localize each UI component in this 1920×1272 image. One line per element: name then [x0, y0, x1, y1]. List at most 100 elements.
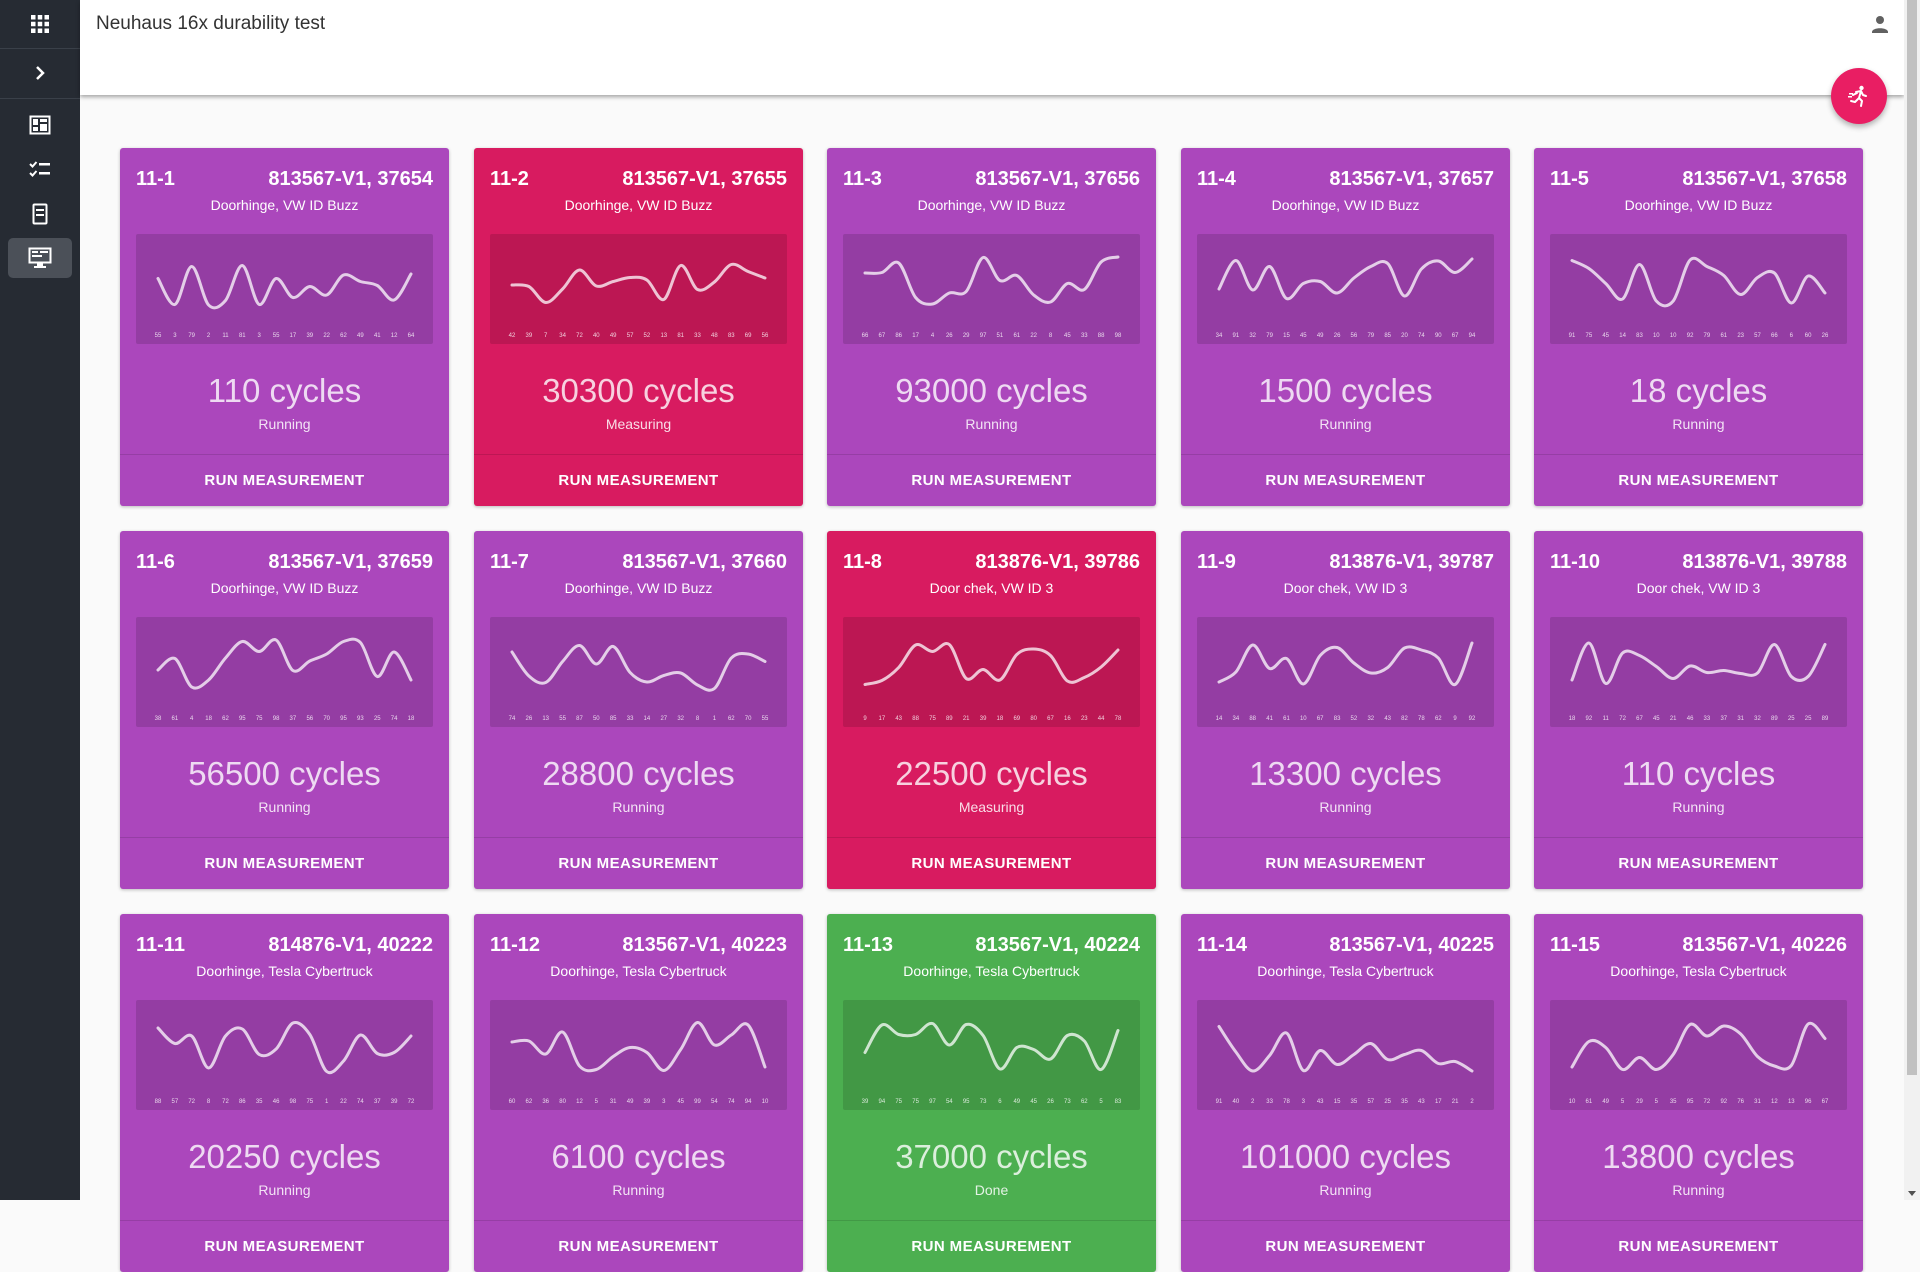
- sparkline-svg: 39 94 75 75 97 54 95 73 6 49 45 26 73 62 5 83: [862, 1021, 1122, 1105]
- sparkline-value-label: 95: [1687, 1099, 1694, 1105]
- sparkline-value-label: 72: [188, 1099, 195, 1105]
- sparkline-value-label: 39: [644, 1099, 651, 1105]
- sparkline-svg: 9 17 43 88 75 89 21 39 18 69 80 67 16 23 44 78: [863, 642, 1122, 722]
- status-label: Running: [258, 416, 311, 432]
- sparkline-value-label: 95: [963, 1099, 970, 1105]
- vertical-scrollbar[interactable]: [1904, 0, 1920, 1200]
- sparkline-svg: 91 40 2 33 78 3 43 15 35 57 25 35 43 17 21 2: [1216, 1025, 1474, 1105]
- run-measurement-button[interactable]: RUN MEASUREMENT: [1181, 455, 1510, 506]
- run-measurement-button[interactable]: RUN MEASUREMENT: [474, 838, 803, 889]
- part-description: Doorhinge, VW ID Buzz: [1271, 197, 1420, 213]
- sparkline-value-label: 34: [559, 333, 566, 339]
- sparkline-value-label: 97: [980, 333, 987, 339]
- sparkline-value-label: 12: [576, 1099, 583, 1105]
- sparkline-value-label: 62: [1435, 716, 1442, 722]
- monitor-icon[interactable]: [8, 238, 72, 278]
- part-number: 813567-V1, 37655: [622, 168, 787, 190]
- run-measurement-button[interactable]: RUN MEASUREMENT: [474, 1221, 803, 1272]
- cycle-count: 22500 cycles: [895, 755, 1088, 792]
- sparkline-value-label: 62: [526, 1099, 533, 1105]
- sparkline-value-label: 39: [306, 333, 313, 339]
- sparkline-value-label: 25: [374, 716, 381, 722]
- run-measurement-button[interactable]: RUN MEASUREMENT: [827, 455, 1156, 506]
- sparkline-value-label: 79: [1367, 333, 1374, 339]
- checklist-icon[interactable]: [8, 150, 72, 190]
- sparkline-series-line: [156, 637, 413, 690]
- sparkline-chart: 66 67 86 17 4 26 29 97 51 61 22 8 45 33 88 98: [843, 234, 1140, 344]
- sparkline-value-label: 62: [222, 716, 229, 722]
- sparkline-value-label: 85: [1384, 333, 1391, 339]
- sparkline-chart: 91 40 2 33 78 3 43 15 35 57 25 35 43 17 21 2: [1197, 1000, 1494, 1110]
- sparkline-value-label: 13: [660, 333, 667, 339]
- sparkline-value-label: 74: [357, 1099, 364, 1105]
- sparkline-value-label: 8: [207, 1099, 211, 1105]
- running-person-icon[interactable]: [1831, 68, 1887, 124]
- sparkline-value-label: 55: [273, 333, 280, 339]
- status-label: Running: [1319, 1182, 1372, 1198]
- sparkline-value-label: 94: [745, 1099, 752, 1105]
- status-label: Running: [1319, 799, 1372, 815]
- sparkline-value-label: 12: [1771, 1099, 1778, 1105]
- sparkline-value-label: 60: [1805, 333, 1812, 339]
- scroll-down-arrow-icon[interactable]: [1908, 1191, 1916, 1196]
- sparkline-value-label: 72: [222, 1099, 229, 1105]
- sparkline-value-label: 85: [610, 716, 617, 722]
- run-measurement-button[interactable]: RUN MEASUREMENT: [120, 838, 449, 889]
- station-id: 11-4: [1197, 168, 1236, 190]
- sparkline-value-label: 36: [542, 1099, 549, 1105]
- sparkline-svg: 55 3 79 2 11 81 3 55 17 39 22 62 49 41 12 64: [155, 264, 415, 339]
- cycle-count: 28800 cycles: [542, 755, 735, 792]
- apps-grid-icon[interactable]: [8, 4, 72, 44]
- sparkline-value-label: 13: [1788, 1099, 1795, 1105]
- sparkline-value-label: 74: [509, 716, 516, 722]
- station-card: 11-2 813567-V1, 37655 Doorhinge, VW ID Buz…: [474, 148, 803, 506]
- run-measurement-button[interactable]: RUN MEASUREMENT: [1534, 1221, 1863, 1272]
- sparkline-value-label: 88: [1098, 333, 1105, 339]
- sparkline-value-label: 25: [1384, 1099, 1391, 1105]
- person-icon[interactable]: [1868, 12, 1892, 36]
- sparkline-value-label: 94: [879, 1099, 886, 1105]
- sparkline-value-label: 75: [929, 716, 936, 722]
- sparkline-value-label: 49: [627, 1099, 634, 1105]
- run-measurement-button[interactable]: RUN MEASUREMENT: [1181, 1221, 1510, 1272]
- dashboard-icon[interactable]: [8, 105, 72, 145]
- part-number: 813567-V1, 40224: [975, 934, 1140, 956]
- run-measurement-button[interactable]: RUN MEASUREMENT: [1534, 455, 1863, 506]
- run-measurement-button[interactable]: RUN MEASUREMENT: [120, 455, 449, 506]
- document-icon[interactable]: [8, 194, 72, 234]
- part-description: Door chek, VW ID 3: [1636, 580, 1761, 596]
- sparkline-value-label: 86: [239, 1099, 246, 1105]
- run-measurement-button[interactable]: RUN MEASUREMENT: [827, 1221, 1156, 1272]
- part-number: 813567-V1, 37656: [975, 168, 1140, 190]
- sparkline-value-label: 61: [172, 716, 179, 722]
- sparkline-value-label: 75: [306, 1099, 313, 1105]
- sparkline-value-label: 52: [644, 333, 651, 339]
- run-measurement-button[interactable]: RUN MEASUREMENT: [474, 455, 803, 506]
- station-id: 11-11: [136, 934, 185, 956]
- run-measurement-button[interactable]: RUN MEASUREMENT: [120, 1221, 449, 1272]
- status-label: Measuring: [958, 799, 1025, 815]
- cycle-count: 110 cycles: [207, 372, 362, 409]
- station-card: 11-15 813567-V1, 40226 Doorhinge, Tesla Cy…: [1534, 914, 1863, 1272]
- sparkline-value-label: 35: [1670, 1099, 1677, 1105]
- sparkline-value-label: 45: [677, 1099, 684, 1105]
- sparkline-value-label: 92: [1687, 333, 1694, 339]
- cycle-count: 13300 cycles: [1249, 755, 1442, 792]
- part-number: 813876-V1, 39788: [1682, 551, 1847, 573]
- run-measurement-button[interactable]: RUN MEASUREMENT: [1181, 838, 1510, 889]
- run-measurement-button[interactable]: RUN MEASUREMENT: [1534, 838, 1863, 889]
- sparkline-value-label: 14: [1216, 716, 1223, 722]
- sparkline-value-label: 75: [895, 1099, 902, 1105]
- sparkline-svg: 42 39 7 34 72 40 49 57 52 13 81 33 48 83 69 56: [509, 262, 769, 339]
- run-measurement-button[interactable]: RUN MEASUREMENT: [827, 838, 1156, 889]
- status-label: Running: [1672, 1182, 1725, 1198]
- sparkline-series-line: [1570, 641, 1827, 685]
- sparkline-series-line: [863, 1021, 1120, 1071]
- status-label: Running: [612, 1182, 665, 1198]
- part-description: Doorhinge, Tesla Cybertruck: [903, 963, 1080, 979]
- part-number: 813567-V1, 37654: [268, 168, 433, 190]
- part-description: Doorhinge, VW ID Buzz: [564, 197, 713, 213]
- chevron-right-icon[interactable]: [8, 53, 72, 93]
- scrollbar-thumb[interactable]: [1907, 0, 1917, 1075]
- sparkline-value-label: 75: [256, 716, 263, 722]
